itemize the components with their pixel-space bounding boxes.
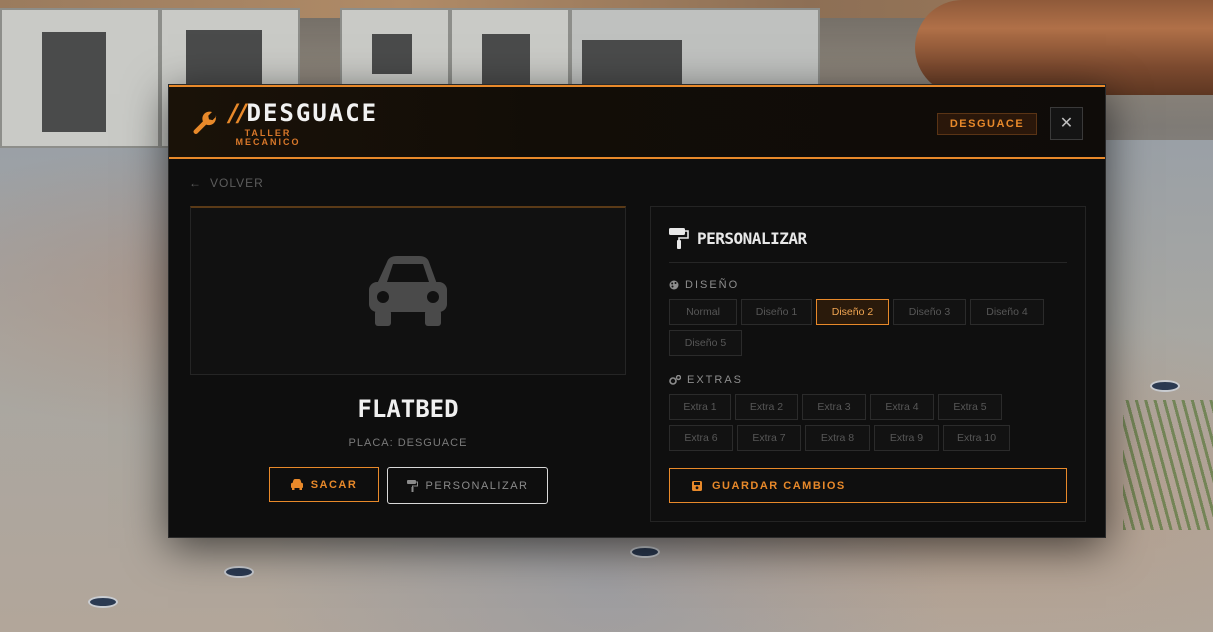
design-option-5[interactable]: Diseño 5: [669, 330, 742, 356]
grass-patch: [1123, 400, 1213, 530]
extra-option-8[interactable]: Extra 8: [805, 425, 870, 451]
vehicle-preview: [190, 206, 626, 375]
extras-section-label: EXTRAS: [669, 374, 743, 386]
modal-title: //DESGUACE: [229, 99, 378, 127]
modal-subtitle: TALLER MECANICO: [231, 129, 305, 147]
vehicle-plate: PLACA: DESGUACE: [190, 437, 626, 449]
design-section-label: DISEÑO: [669, 279, 739, 291]
customize-panel: PERSONALIZAR DISEÑO Normal Diseño 1 Dise…: [650, 206, 1086, 522]
modal-header: //DESGUACE TALLER MECANICO DESGUACE ✕: [169, 85, 1105, 159]
car-icon: [369, 256, 447, 326]
extra-option-7[interactable]: Extra 7: [737, 425, 801, 451]
subtitle-line: MECANICO: [235, 137, 301, 147]
design-option-1[interactable]: Diseño 1: [741, 299, 812, 325]
paint-roller-icon: [406, 479, 418, 492]
title-text: DESGUACE: [246, 99, 379, 127]
save-icon: [692, 480, 702, 491]
cogs-icon: [669, 375, 681, 385]
rusty-tank: [915, 0, 1213, 95]
ground-hole: [224, 566, 254, 578]
paint-roller-icon: [669, 228, 689, 249]
ground-hole: [88, 596, 118, 608]
car-small-icon: [290, 479, 303, 490]
extra-option-3[interactable]: Extra 3: [802, 394, 866, 420]
personalizar-button[interactable]: PERSONALIZAR: [387, 467, 548, 504]
extra-option-5[interactable]: Extra 5: [938, 394, 1002, 420]
back-button[interactable]: ← VOLVER: [189, 176, 264, 190]
sacar-button[interactable]: SACAR: [269, 467, 379, 502]
desguace-modal: //DESGUACE TALLER MECANICO DESGUACE ✕ ← V…: [168, 84, 1106, 538]
design-option-2[interactable]: Diseño 2: [816, 299, 889, 325]
extra-option-6[interactable]: Extra 6: [669, 425, 733, 451]
personalizar-label: PERSONALIZAR: [425, 479, 529, 492]
extra-option-9[interactable]: Extra 9: [874, 425, 939, 451]
arrow-left-icon: ←: [189, 176, 202, 190]
palette-icon: [669, 280, 679, 290]
extra-option-10[interactable]: Extra 10: [943, 425, 1010, 451]
ground-hole: [1150, 380, 1180, 392]
plate-label: PLACA:: [348, 437, 394, 449]
vehicle-name: FLATBED: [357, 395, 459, 423]
design-option-normal[interactable]: Normal: [669, 299, 737, 325]
plate-value: DESGUACE: [397, 437, 468, 449]
location-badge: DESGUACE: [937, 113, 1037, 135]
back-label: VOLVER: [210, 176, 264, 190]
save-changes-button[interactable]: GUARDAR CAMBIOS: [669, 468, 1067, 503]
extra-option-2[interactable]: Extra 2: [735, 394, 798, 420]
close-button[interactable]: ✕: [1050, 107, 1083, 140]
shipping-container: [0, 8, 160, 148]
extra-option-1[interactable]: Extra 1: [669, 394, 731, 420]
wrench-icon: [193, 111, 217, 134]
design-option-3[interactable]: Diseño 3: [893, 299, 966, 325]
title-slashes: //: [229, 99, 247, 127]
extra-option-4[interactable]: Extra 4: [870, 394, 934, 420]
save-label: GUARDAR CAMBIOS: [712, 479, 846, 492]
extras-label: EXTRAS: [687, 374, 744, 386]
customize-title: PERSONALIZAR: [697, 229, 807, 248]
design-label: DISEÑO: [685, 279, 740, 291]
ground-hole: [630, 546, 660, 558]
customize-header: PERSONALIZAR: [669, 227, 1067, 263]
sacar-label: SACAR: [310, 478, 358, 491]
design-option-4[interactable]: Diseño 4: [970, 299, 1044, 325]
